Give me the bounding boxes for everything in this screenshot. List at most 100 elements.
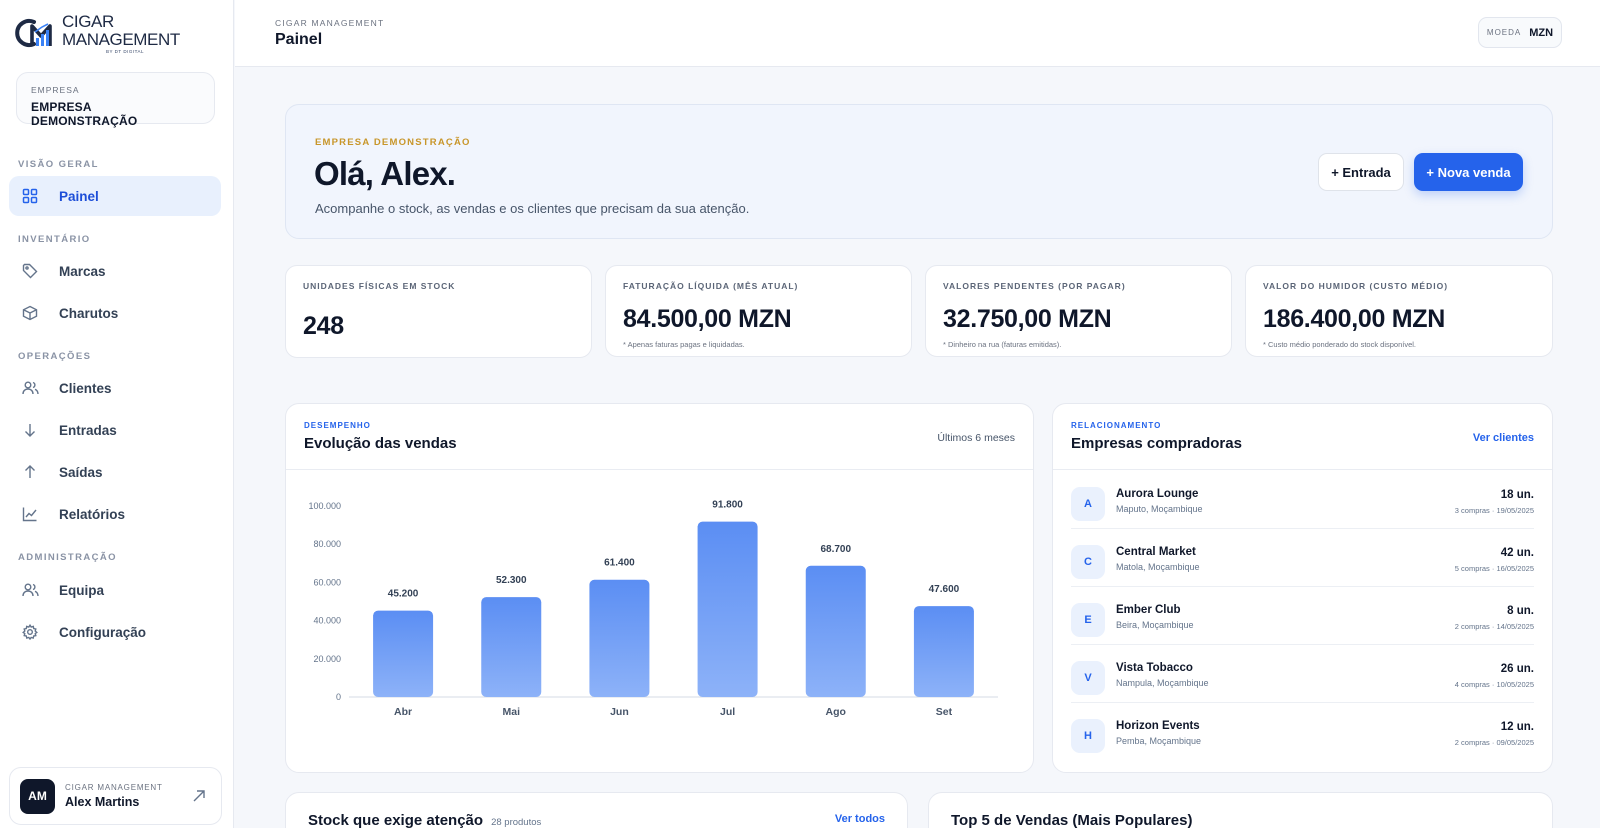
- sidebar-item-label: Equipa: [59, 582, 105, 598]
- hero-subtitle: Acompanhe o stock, as vendas e os client…: [315, 201, 750, 216]
- sidebar-item-painel[interactable]: Painel: [9, 176, 221, 216]
- bar-value-label: 45.200: [388, 589, 419, 600]
- company-meta: 3 compras · 19/05/2025: [1454, 506, 1534, 515]
- list-item[interactable]: H Horizon Events Pemba, Moçambique 12 un…: [1071, 703, 1534, 761]
- sidebar-item-equipa[interactable]: Equipa: [9, 570, 221, 610]
- kpi-card-net-revenue: FATURAÇÃO LÍQUIDA (MÊS ATUAL) 84.500,00 …: [605, 265, 912, 357]
- company-units: 26 un.: [1500, 663, 1534, 675]
- new-entry-button[interactable]: + Entrada: [1318, 153, 1404, 191]
- list-item[interactable]: C Central Market Matola, Moçambique 42 u…: [1071, 529, 1534, 587]
- sidebar-item-charutos[interactable]: Charutos: [9, 293, 221, 333]
- card-title: Evolução das vendas: [304, 435, 457, 452]
- list-item[interactable]: V Vista Tobacco Nampula, Moçambique 26 u…: [1071, 645, 1534, 703]
- top-sales-card: Top 5 de Vendas (Mais Populares): [928, 792, 1553, 828]
- list-item[interactable]: E Ember Club Beira, Moçambique 8 un. 2 c…: [1071, 587, 1534, 645]
- y-tick-label: 80.000: [313, 539, 341, 549]
- kpi-value: 84.500,00 MZN: [623, 305, 792, 333]
- bar-value-label: 52.300: [496, 575, 527, 586]
- bar-mai[interactable]: [481, 597, 542, 697]
- company-label: EMPRESA: [31, 85, 80, 95]
- company-initial: E: [1071, 603, 1105, 637]
- bar-abr[interactable]: [373, 610, 434, 697]
- company-initial: V: [1071, 661, 1105, 695]
- bar-jun[interactable]: [589, 579, 650, 697]
- y-tick-label: 20.000: [313, 654, 341, 664]
- bar-value-label: 47.600: [929, 584, 960, 595]
- company-units: 18 un.: [1500, 489, 1534, 501]
- company-units: 8 un.: [1507, 605, 1534, 617]
- company-name: Ember Club: [1116, 604, 1181, 616]
- company-meta: 2 compras · 09/05/2025: [1454, 738, 1534, 747]
- company-meta: 2 compras · 14/05/2025: [1454, 622, 1534, 631]
- hero-greeting: Olá, Alex.: [314, 155, 456, 192]
- currency-selector[interactable]: MOEDA MZN: [1478, 17, 1562, 48]
- company-initial: H: [1071, 719, 1105, 753]
- nav-section-operations: OPERAÇÕES: [18, 351, 92, 362]
- arrow-down-icon: [21, 421, 39, 439]
- sidebar-item-marcas[interactable]: Marcas: [9, 251, 221, 291]
- page-title: Painel: [275, 31, 323, 48]
- logo-subtitle: BY DT DIGITAL: [106, 48, 145, 54]
- view-clients-link[interactable]: Ver clientes: [1473, 432, 1534, 444]
- x-tick-label: Ago: [826, 706, 846, 718]
- nav-section-overview: VISÃO GERAL: [18, 159, 99, 170]
- y-tick-label: 60.000: [313, 577, 341, 587]
- card-kicker: RELACIONAMENTO: [1071, 421, 1162, 430]
- sidebar-item-label: Clientes: [59, 380, 112, 396]
- bar-value-label: 91.800: [712, 500, 743, 511]
- arrow-up-icon: [21, 463, 39, 481]
- x-tick-label: Set: [936, 706, 953, 718]
- y-tick-label: 100.000: [308, 501, 341, 511]
- sidebar-item-relatorios[interactable]: Relatórios: [9, 494, 221, 534]
- x-tick-label: Abr: [394, 706, 412, 718]
- box-icon: [21, 304, 39, 322]
- company-location: Nampula, Moçambique: [1116, 678, 1209, 688]
- sidebar-item-saidas[interactable]: Saídas: [9, 452, 221, 492]
- kpi-note: * Dinheiro na rua (faturas emitidas).: [943, 340, 1062, 349]
- sidebar-item-clientes[interactable]: Clientes: [9, 368, 221, 408]
- list-item[interactable]: A Aurora Lounge Maputo, Moçambique 18 un…: [1071, 471, 1534, 529]
- company-selector[interactable]: EMPRESA EMPRESA DEMONSTRAÇÃO: [16, 72, 215, 128]
- bar-jul[interactable]: [697, 521, 758, 697]
- kpi-label: FATURAÇÃO LÍQUIDA (MÊS ATUAL): [623, 281, 799, 291]
- logo-mark-icon: [14, 16, 60, 50]
- kpi-label: VALOR DO HUMIDOR (CUSTO MÉDIO): [1263, 281, 1449, 291]
- app-logo[interactable]: CIGAR MANAGEMENT BY DT DIGITAL: [14, 12, 233, 54]
- kpi-label: UNIDADES FÍSICAS EM STOCK: [303, 281, 456, 291]
- company-name: Central Market: [1116, 546, 1196, 558]
- welcome-banner: EMPRESA DEMONSTRAÇÃO Olá, Alex. Acompanh…: [285, 104, 1553, 239]
- breadcrumb: CIGAR MANAGEMENT: [275, 18, 385, 28]
- buyers-card: RELACIONAMENTO Empresas compradoras Ver …: [1052, 403, 1553, 773]
- kpi-value: 186.400,00 MZN: [1263, 305, 1446, 333]
- bar-ago[interactable]: [805, 565, 866, 697]
- bar-value-label: 61.400: [604, 558, 635, 569]
- user-card[interactable]: AM CIGAR MANAGEMENT Alex Martins: [9, 767, 222, 825]
- bar-set[interactable]: [913, 606, 974, 697]
- line-chart-icon: [21, 505, 39, 523]
- sidebar-item-label: Entradas: [59, 422, 117, 438]
- kpi-note: * Apenas faturas pagas e liquidadas.: [623, 340, 745, 349]
- user-name: Alex Martins: [65, 795, 140, 809]
- view-all-link[interactable]: Ver todos: [835, 813, 885, 825]
- hero-company: EMPRESA DEMONSTRAÇÃO: [315, 137, 471, 148]
- company-meta: 4 compras · 10/05/2025: [1454, 680, 1534, 689]
- card-title: Empresas compradoras: [1071, 435, 1242, 452]
- sidebar-item-entradas[interactable]: Entradas: [9, 410, 221, 450]
- x-tick-label: Jul: [720, 706, 735, 718]
- sidebar-item-label: Painel: [59, 188, 99, 204]
- currency-value: MZN: [1529, 26, 1554, 39]
- product-count: 28 produtos: [491, 817, 542, 828]
- company-meta: 5 compras · 16/05/2025: [1454, 564, 1534, 573]
- company-name: Vista Tobacco: [1116, 662, 1193, 674]
- sidebar: CIGAR MANAGEMENT BY DT DIGITAL EMPRESA E…: [0, 0, 234, 828]
- new-sale-button[interactable]: + Nova venda: [1414, 153, 1523, 191]
- users-icon: [21, 379, 39, 397]
- card-title-text: Stock que exige atenção: [308, 812, 484, 828]
- external-link-icon[interactable]: [191, 788, 207, 804]
- avatar: AM: [20, 778, 55, 814]
- y-tick-label: 0: [336, 692, 341, 702]
- grid-icon: [21, 187, 39, 205]
- company-units: 12 un.: [1500, 721, 1534, 733]
- sidebar-item-configuracao[interactable]: Configuração: [9, 612, 221, 652]
- kpi-card-stock-units: UNIDADES FÍSICAS EM STOCK 248: [285, 265, 592, 358]
